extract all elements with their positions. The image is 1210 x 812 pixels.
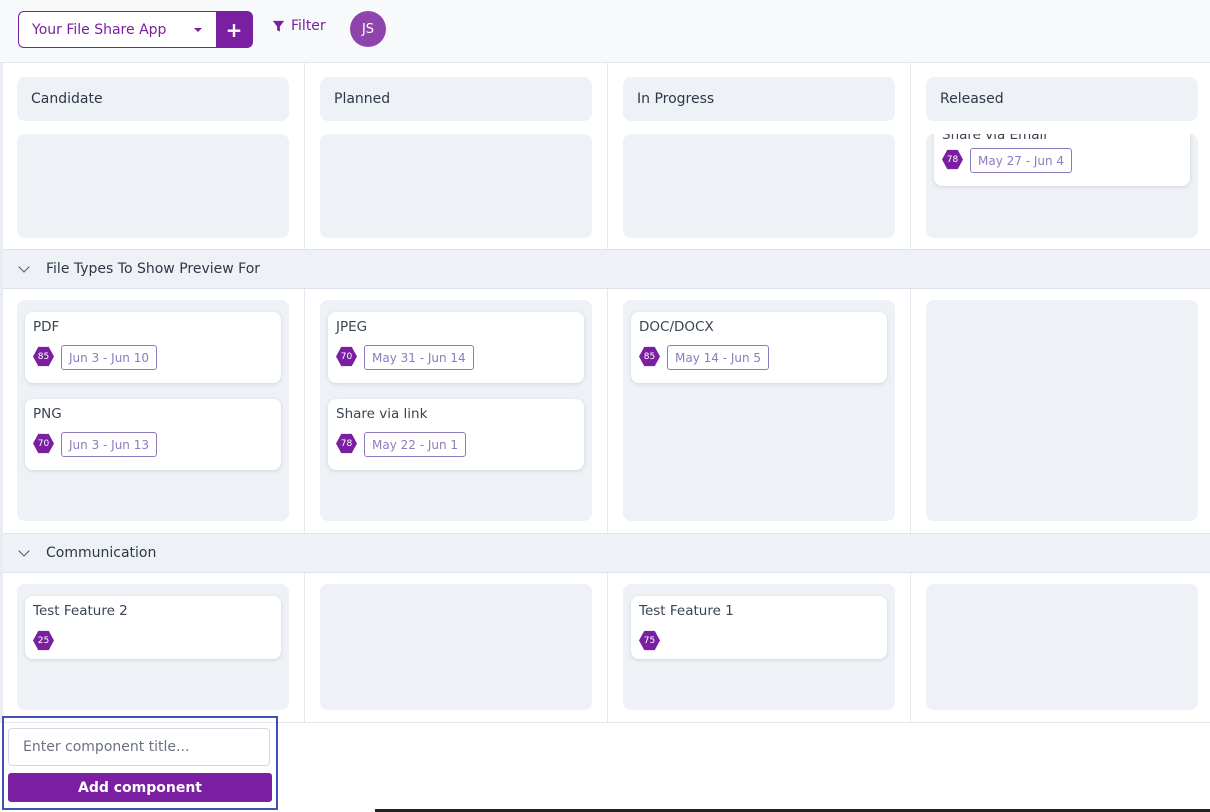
feature-card[interactable]: PNG 70 Jun 3 - Jun 13 [25,399,281,470]
card-title: PDF [33,319,60,335]
score-badge: 85 [33,346,54,367]
filter-label: Filter [291,18,326,34]
column-divider [607,63,608,723]
card-title: Share via Email [942,134,1048,143]
feature-card[interactable]: DOC/DOCX 85 May 14 - Jun 5 [631,312,887,383]
date-range-badge: Jun 3 - Jun 13 [61,432,157,457]
feature-card[interactable]: JPEG 70 May 31 - Jun 14 [328,312,584,383]
feature-card[interactable]: Share via link 78 May 22 - Jun 1 [328,399,584,470]
card-title: Share via link [336,406,428,422]
date-range-badge: May 14 - Jun 5 [667,345,770,370]
date-range-badge: Jun 3 - Jun 10 [61,345,157,370]
chevron-down-icon[interactable] [194,27,202,32]
score-badge: 78 [336,433,357,454]
board-cell[interactable]: Test Feature 1 75 [623,584,895,710]
date-range-badge: May 22 - Jun 1 [364,432,467,457]
column-header-in-progress: In Progress [623,77,895,121]
score-badge: 78 [942,149,963,170]
group-header-communication[interactable]: Communication [3,533,1210,573]
board-cell[interactable] [320,584,592,710]
column-divider [304,63,305,723]
chevron-down-icon[interactable] [18,261,30,273]
board-cell[interactable] [623,134,895,238]
filter-button[interactable]: Filter [272,18,326,34]
filter-icon [272,20,285,32]
board-cell[interactable]: PDF 85 Jun 3 - Jun 10 PNG 70 Jun 3 - Jun… [17,300,289,521]
add-component-button[interactable]: Add component [8,773,272,802]
board-cell[interactable]: JPEG 70 May 31 - Jun 14 Share via link 7… [320,300,592,521]
app-selector[interactable]: Your File Share App + [18,11,253,48]
card-title: JPEG [336,319,368,335]
top-bar: Your File Share App + Filter JS [0,0,1210,63]
board-cell[interactable] [320,134,592,238]
avatar[interactable]: JS [350,11,386,47]
board-cell[interactable] [926,300,1198,521]
score-badge: 75 [639,630,660,651]
column-divider [910,63,911,723]
group-header-file-types[interactable]: File Types To Show Preview For [3,249,1210,289]
column-header-planned: Planned [320,77,592,121]
card-title: Test Feature 1 [639,603,734,619]
group-title: File Types To Show Preview For [46,261,261,277]
card-title: DOC/DOCX [639,319,714,335]
group-title: Communication [46,545,157,561]
component-title-input[interactable] [8,728,270,766]
board-cell[interactable] [926,584,1198,710]
feature-card[interactable]: Test Feature 1 75 [631,596,887,659]
column-header-candidate: Candidate [17,77,289,121]
board-cell[interactable] [17,134,289,238]
feature-card[interactable]: Share via Email 78 May 27 - Jun 4 [934,134,1190,186]
app-selector-value[interactable]: Your File Share App [19,22,194,38]
card-title: Test Feature 2 [33,603,128,619]
feature-card[interactable]: PDF 85 Jun 3 - Jun 10 [25,312,281,383]
board-cell[interactable]: Test Feature 2 25 [17,584,289,710]
board-cell[interactable]: Share via Email 78 May 27 - Jun 4 [926,134,1198,238]
board-left-edge [0,63,3,723]
score-badge: 85 [639,346,660,367]
board-cell[interactable]: DOC/DOCX 85 May 14 - Jun 5 [623,300,895,521]
column-header-released: Released [926,77,1198,121]
card-title: PNG [33,406,62,422]
date-range-badge: May 27 - Jun 4 [970,148,1073,173]
add-app-button[interactable]: + [216,12,252,47]
add-component-panel: Add component [2,716,278,810]
chevron-down-icon[interactable] [18,545,30,557]
score-badge: 70 [336,346,357,367]
feature-card[interactable]: Test Feature 2 25 [25,596,281,659]
score-badge: 70 [33,433,54,454]
date-range-badge: May 31 - Jun 14 [364,345,474,370]
score-badge: 25 [33,630,54,651]
